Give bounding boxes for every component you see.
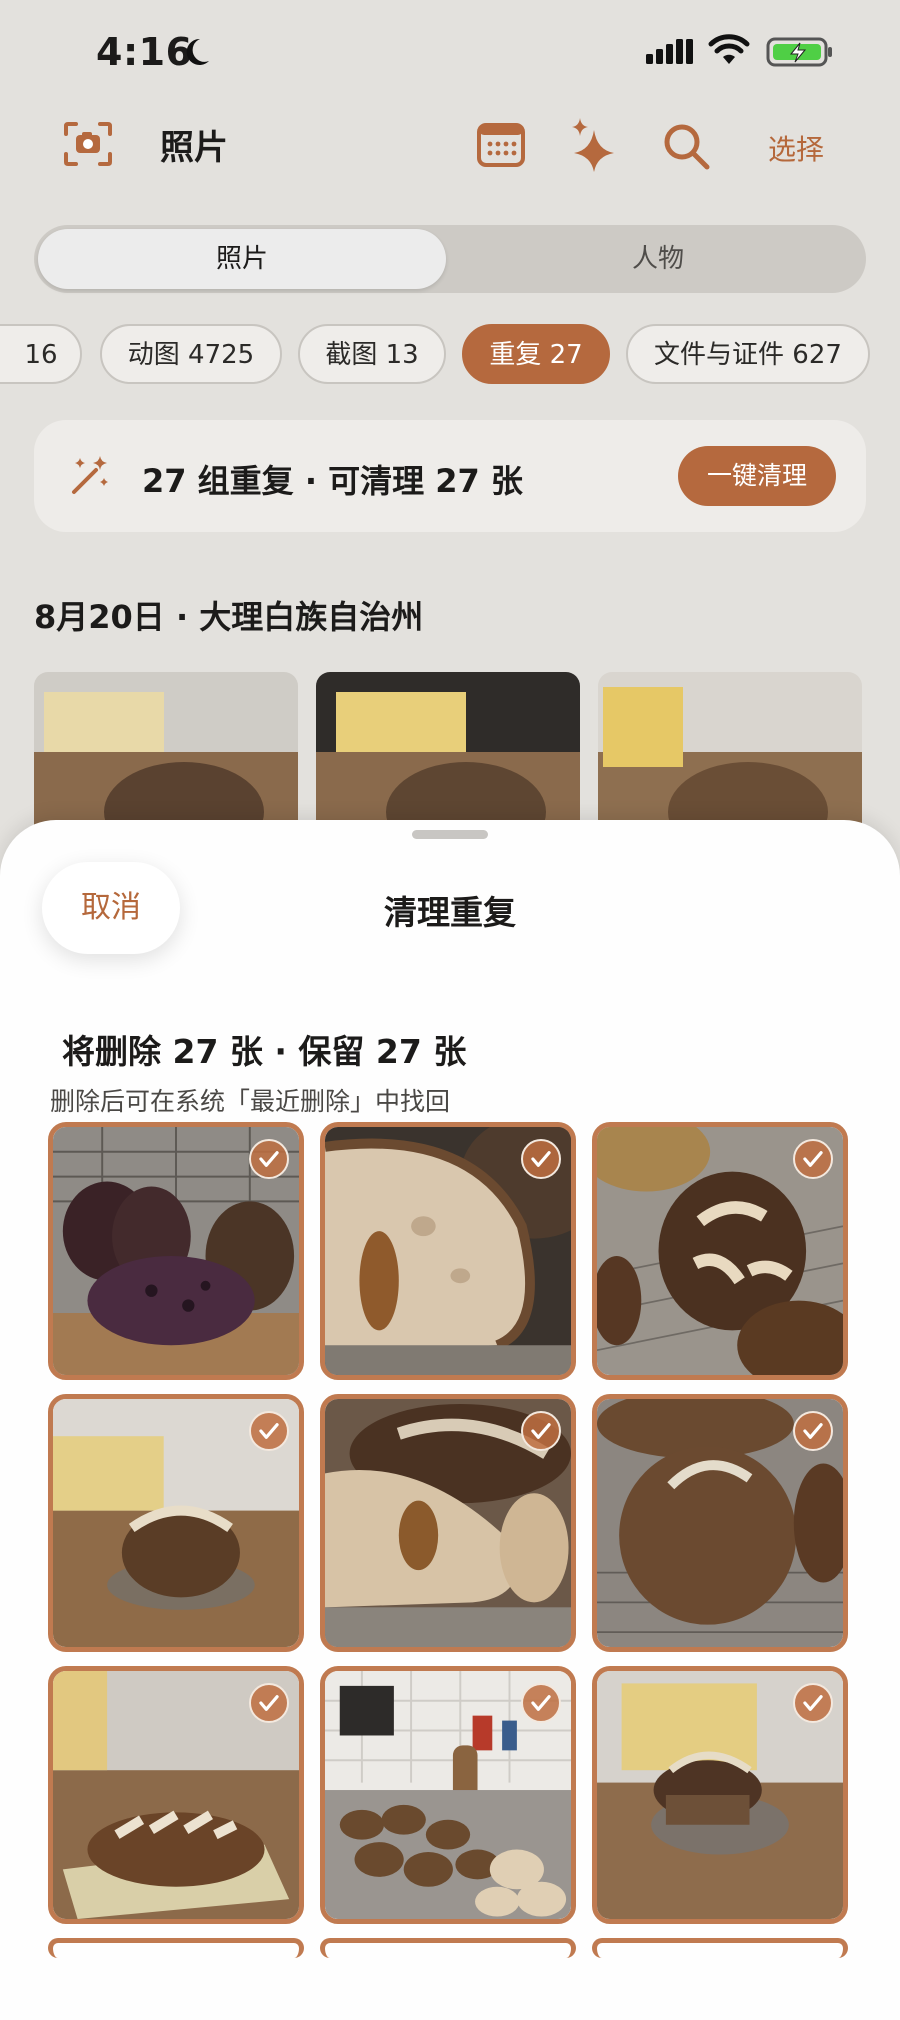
cancel-button[interactable]: 取消 [42, 862, 180, 954]
checkmark-icon [793, 1411, 833, 1451]
one-tap-clean-button[interactable]: 一键清理 [678, 446, 836, 506]
checkmark-icon [249, 1139, 289, 1179]
checkmark-icon [521, 1411, 561, 1451]
page-title: 照片 [160, 128, 228, 168]
sheet-grabber[interactable] [412, 830, 488, 839]
sparkle-icon[interactable] [568, 116, 618, 174]
segment-photos[interactable]: 照片 [38, 229, 446, 289]
chip-documents[interactable]: 文件与证件 627 [626, 324, 870, 384]
chip-screenshots[interactable]: 截图 13 [298, 324, 446, 384]
duplicate-photo-tile[interactable] [320, 1938, 576, 1958]
segment-people[interactable]: 人物 [454, 229, 862, 289]
camera-icon[interactable] [62, 120, 114, 168]
chip-duplicates[interactable]: 重复 27 [462, 324, 610, 384]
duplicate-photo-tile[interactable] [48, 1938, 304, 1958]
delete-summary: 将删除 27 张 · 保留 27 张 [62, 1032, 467, 1071]
section-date-header: 8月20日 · 大理白族自治州 [34, 598, 424, 636]
wifi-icon [708, 34, 750, 64]
search-icon[interactable] [660, 120, 712, 172]
magic-wand-icon [72, 456, 108, 494]
checkmark-icon [793, 1683, 833, 1723]
duplicate-photo-tile[interactable] [48, 1666, 304, 1924]
checkmark-icon [793, 1139, 833, 1179]
chip-live-photos[interactable]: 动图 4725 [100, 324, 282, 384]
duplicate-photo-tile[interactable] [48, 1394, 304, 1652]
chip-filter[interactable]: 16 [0, 324, 82, 384]
duplicate-photo-tile[interactable] [320, 1122, 576, 1380]
recover-note: 删除后可在系统「最近删除」中找回 [50, 1087, 451, 1116]
checkmark-icon [249, 1411, 289, 1451]
duplicate-photo-tile[interactable] [592, 1938, 848, 1958]
duplicate-photo-tile[interactable] [48, 1122, 304, 1380]
cellular-signal-icon [646, 39, 693, 64]
duplicate-photo-tile[interactable] [592, 1122, 848, 1380]
moon-icon [186, 38, 209, 65]
banner-text: 27 组重复 · 可清理 27 张 [142, 462, 523, 500]
duplicate-photo-tile[interactable] [320, 1394, 576, 1652]
checkmark-icon [249, 1683, 289, 1723]
checkmark-icon [521, 1139, 561, 1179]
battery-charging-icon [766, 37, 832, 67]
checkmark-icon [521, 1683, 561, 1723]
duplicate-photo-tile[interactable] [320, 1666, 576, 1924]
calendar-icon[interactable] [476, 122, 526, 168]
duplicate-photo-tile[interactable] [592, 1666, 848, 1924]
select-button[interactable]: 选择 [768, 128, 824, 168]
status-time: 4:16 [96, 30, 193, 74]
duplicate-photo-tile[interactable] [592, 1394, 848, 1652]
